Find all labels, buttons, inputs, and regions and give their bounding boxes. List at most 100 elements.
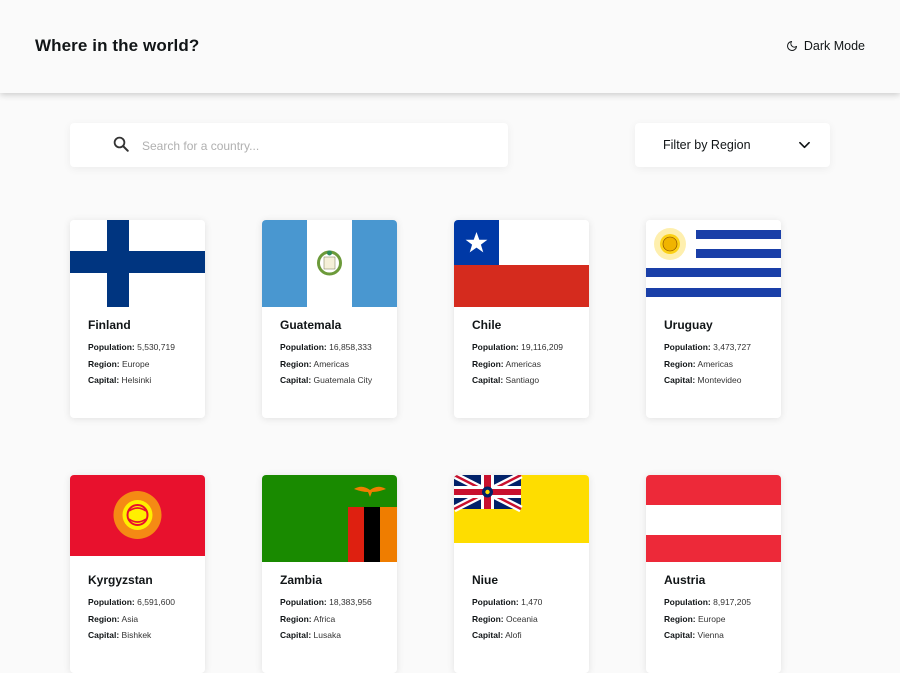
- capital-value: Montevideo: [697, 375, 742, 385]
- population-label: Population:: [280, 342, 327, 352]
- flag-chile: [454, 220, 589, 307]
- population-row: Population: 6,591,600: [88, 597, 175, 607]
- top-bar: Where in the world? Dark Mode: [0, 0, 900, 93]
- population-value: 18,383,956: [329, 597, 372, 607]
- region-label: Region:: [88, 359, 120, 369]
- population-row: Population: 16,858,333: [280, 342, 372, 352]
- region-label: Region:: [472, 359, 504, 369]
- country-name: Chile: [472, 318, 502, 332]
- region-row: Region: Europe: [88, 359, 149, 369]
- dark-mode-toggle[interactable]: Dark Mode: [786, 39, 865, 53]
- capital-row: Capital: Lusaka: [280, 630, 341, 640]
- capital-label: Capital:: [88, 630, 120, 640]
- region-row: Region: Americas: [664, 359, 733, 369]
- region-row: Region: Africa: [280, 614, 335, 624]
- population-value: 5,530,719: [137, 342, 175, 352]
- flag-zambia: [262, 475, 397, 562]
- population-row: Population: 19,116,209: [472, 342, 563, 352]
- capital-value: Vienna: [697, 630, 724, 640]
- search-icon: [113, 136, 129, 152]
- region-value: Africa: [313, 614, 336, 624]
- country-name: Guatemala: [280, 318, 342, 332]
- region-label: Region:: [88, 614, 120, 624]
- capital-row: Capital: Bishkek: [88, 630, 151, 640]
- region-value: Americas: [313, 359, 349, 369]
- region-filter-dropdown[interactable]: Filter by Region: [635, 123, 830, 167]
- population-label: Population:: [280, 597, 327, 607]
- population-row: Population: 5,530,719: [88, 342, 175, 352]
- region-row: Region: Americas: [472, 359, 541, 369]
- capital-value: Helsinki: [121, 375, 152, 385]
- flag-guatemala: [262, 220, 397, 307]
- country-name: Niue: [472, 573, 499, 587]
- population-label: Population:: [664, 597, 711, 607]
- capital-value: Santiago: [505, 375, 540, 385]
- region-row: Region: Oceania: [472, 614, 538, 624]
- region-label: Region:: [472, 614, 504, 624]
- capital-label: Capital:: [88, 375, 120, 385]
- region-value: Europe: [122, 359, 150, 369]
- capital-value: Alofi: [505, 630, 522, 640]
- search-input[interactable]: [140, 123, 484, 169]
- country-card-kyrgyzstan[interactable]: Kyrgyzstan Population: 6,591,600 Region:…: [70, 475, 205, 673]
- country-card-guatemala[interactable]: Guatemala Population: 16,858,333 Region:…: [262, 220, 397, 418]
- population-value: 1,470: [521, 597, 543, 607]
- capital-label: Capital:: [664, 630, 696, 640]
- population-row: Population: 18,383,956: [280, 597, 372, 607]
- country-name: Austria: [664, 573, 706, 587]
- population-label: Population:: [472, 342, 519, 352]
- capital-row: Capital: Vienna: [664, 630, 724, 640]
- country-name: Kyrgyzstan: [88, 573, 153, 587]
- dark-mode-label: Dark Mode: [803, 39, 865, 53]
- flag-kyrgyzstan: [70, 475, 205, 562]
- chevron-down-icon: [799, 141, 810, 149]
- country-card-uruguay[interactable]: Uruguay Population: 3,473,727 Region: Am…: [646, 220, 781, 418]
- capital-value: Bishkek: [121, 630, 152, 640]
- population-row: Population: 3,473,727: [664, 342, 751, 352]
- country-card-finland[interactable]: Finland Population: 5,530,719 Region: Eu…: [70, 220, 205, 418]
- capital-label: Capital:: [280, 630, 312, 640]
- capital-row: Capital: Helsinki: [88, 375, 151, 385]
- population-label: Population:: [88, 342, 135, 352]
- capital-label: Capital:: [472, 375, 504, 385]
- region-label: Region:: [280, 614, 312, 624]
- capital-label: Capital:: [664, 375, 696, 385]
- region-row: Region: Asia: [88, 614, 138, 624]
- flag-niue: [454, 475, 589, 562]
- country-name: Zambia: [280, 573, 323, 587]
- country-card-chile[interactable]: Chile Population: 19,116,209 Region: Ame…: [454, 220, 589, 418]
- region-value: Americas: [697, 359, 733, 369]
- population-value: 19,116,209: [521, 342, 564, 352]
- region-value: Asia: [121, 614, 139, 624]
- region-label: Region:: [280, 359, 312, 369]
- flag-uruguay: [646, 220, 781, 307]
- population-value: 6,591,600: [137, 597, 175, 607]
- population-label: Population:: [88, 597, 135, 607]
- country-card-niue[interactable]: Niue Population: 1,470 Region: Oceania C…: [454, 475, 589, 673]
- capital-row: Capital: Santiago: [472, 375, 539, 385]
- region-label: Region:: [664, 359, 696, 369]
- search-box: [70, 123, 508, 169]
- country-name: Finland: [88, 318, 131, 332]
- capital-label: Capital:: [280, 375, 312, 385]
- capital-value: Guatemala City: [313, 375, 373, 385]
- country-card-austria[interactable]: Austria Population: 8,917,205 Region: Eu…: [646, 475, 781, 673]
- population-label: Population:: [664, 342, 711, 352]
- region-filter-label: Filter by Region: [663, 138, 751, 152]
- country-card-zambia[interactable]: Zambia Population: 18,383,956 Region: Af…: [262, 475, 397, 673]
- capital-row: Capital: Montevideo: [664, 375, 742, 385]
- population-label: Population:: [472, 597, 519, 607]
- region-label: Region:: [664, 614, 696, 624]
- region-row: Region: Americas: [280, 359, 349, 369]
- capital-row: Capital: Alofi: [472, 630, 522, 640]
- moon-icon: [786, 41, 797, 51]
- population-row: Population: 8,917,205: [664, 597, 751, 607]
- capital-row: Capital: Guatemala City: [280, 375, 372, 385]
- flag-finland: [70, 220, 205, 307]
- region-value: Americas: [505, 359, 541, 369]
- country-name: Uruguay: [664, 318, 713, 332]
- region-value: Europe: [698, 614, 726, 624]
- app-title: Where in the world?: [35, 36, 200, 55]
- region-row: Region: Europe: [664, 614, 725, 624]
- population-row: Population: 1,470: [472, 597, 542, 607]
